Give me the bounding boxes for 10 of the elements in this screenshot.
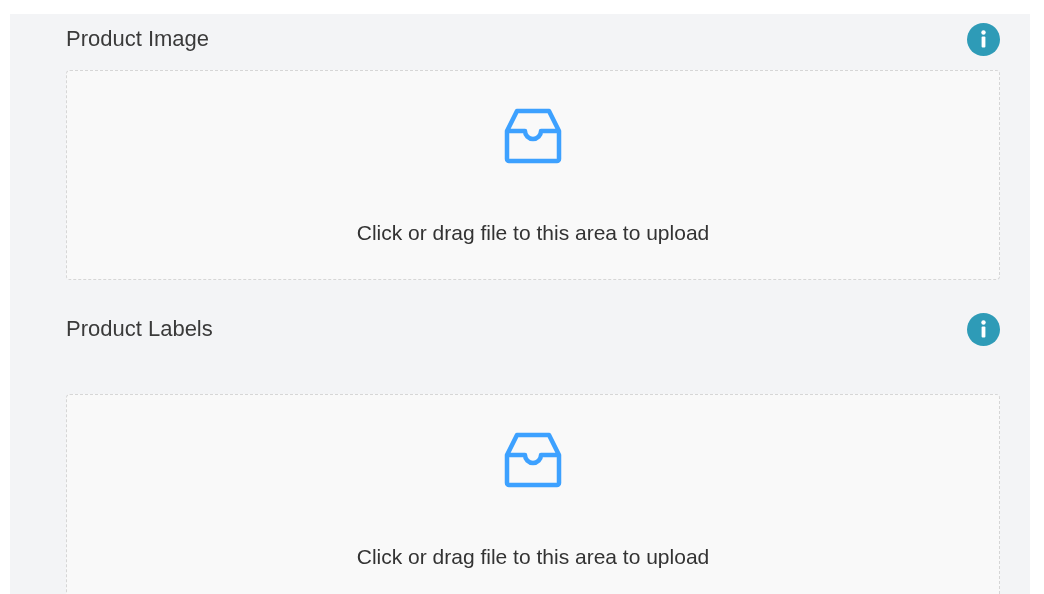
field-label: Product Labels	[66, 316, 213, 342]
upload-hint: Click or drag file to this area to upload	[356, 221, 710, 245]
upload-hint: Click or drag file to this area to upload	[356, 545, 710, 569]
info-icon[interactable]	[967, 312, 1000, 346]
field-label: Product Image	[66, 26, 210, 52]
upload-dropzone[interactable]: Click or drag file to this area to upload	[66, 394, 1000, 594]
info-icon[interactable]	[967, 22, 1000, 56]
upload-dropzone[interactable]: Click or drag file to this area to upload	[66, 70, 1000, 280]
inbox-icon	[503, 431, 563, 489]
inbox-icon	[503, 107, 563, 165]
